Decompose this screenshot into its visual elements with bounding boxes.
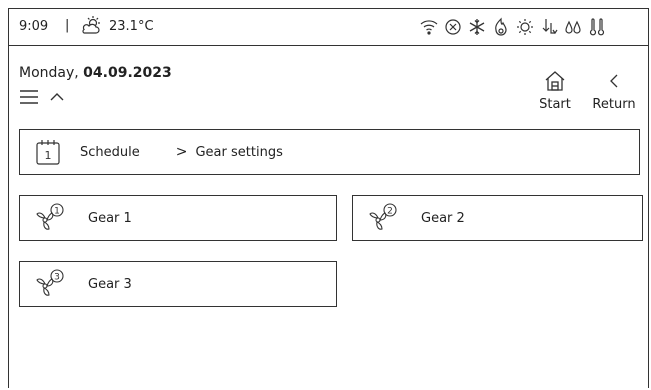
chevron-left-icon: [602, 69, 626, 93]
return-label: Return: [592, 97, 636, 112]
gear-2-button[interactable]: 2 Gear 2: [352, 195, 643, 241]
hamburger-menu-icon[interactable]: [19, 87, 39, 107]
gear-2-label: Gear 2: [421, 210, 465, 226]
fan-gear-2-icon: 2: [365, 201, 399, 235]
status-separator: |: [65, 18, 70, 33]
breadcrumb-current: Gear settings: [195, 144, 283, 160]
fan-gear-1-icon: 1: [32, 201, 66, 235]
gear-1-number: 1: [54, 207, 60, 217]
partly-sunny-icon: [80, 15, 102, 37]
gear-3-number: 3: [54, 273, 60, 283]
wifi-icon: [419, 17, 439, 37]
flame-icon: [491, 17, 511, 37]
start-button[interactable]: Start: [535, 69, 575, 112]
breadcrumb: 1 Schedule > Gear settings: [19, 129, 640, 175]
return-button[interactable]: Return: [589, 69, 639, 112]
status-temperature: 23.1°C: [109, 19, 154, 34]
chevron-up-icon[interactable]: [49, 89, 65, 103]
status-bar: 9:09 | 23.1°C: [9, 9, 648, 46]
fan-gear-3-icon: 3: [32, 267, 66, 301]
gear-3-label: Gear 3: [88, 276, 132, 292]
thermostat-icon: [587, 17, 607, 37]
date-value: 04.09.2023: [83, 65, 172, 81]
gear-3-button[interactable]: 3 Gear 3: [19, 261, 337, 307]
calendar-icon: 1: [36, 139, 60, 165]
close-circle-icon: [443, 17, 463, 37]
snowflake-icon: [467, 17, 487, 37]
breadcrumb-item-schedule[interactable]: Schedule: [80, 145, 140, 160]
current-date: Monday, 04.09.2023: [19, 65, 172, 81]
sun-gear-icon: [515, 17, 535, 37]
water-drops-icon: [563, 17, 583, 37]
screen: 9:09 | 23.1°C Monday, 04.09.2023 Start R…: [8, 8, 649, 388]
weekday: Monday,: [19, 65, 84, 81]
transfer-icon: [539, 17, 559, 37]
home-icon: [543, 69, 567, 93]
calendar-number: 1: [45, 149, 52, 162]
breadcrumb-separator: >: [175, 144, 188, 160]
gear-2-number: 2: [387, 207, 393, 217]
status-time: 9:09: [19, 19, 49, 34]
status-icons: [419, 15, 611, 39]
gear-1-label: Gear 1: [88, 210, 132, 226]
start-label: Start: [539, 97, 571, 112]
gear-1-button[interactable]: 1 Gear 1: [19, 195, 337, 241]
